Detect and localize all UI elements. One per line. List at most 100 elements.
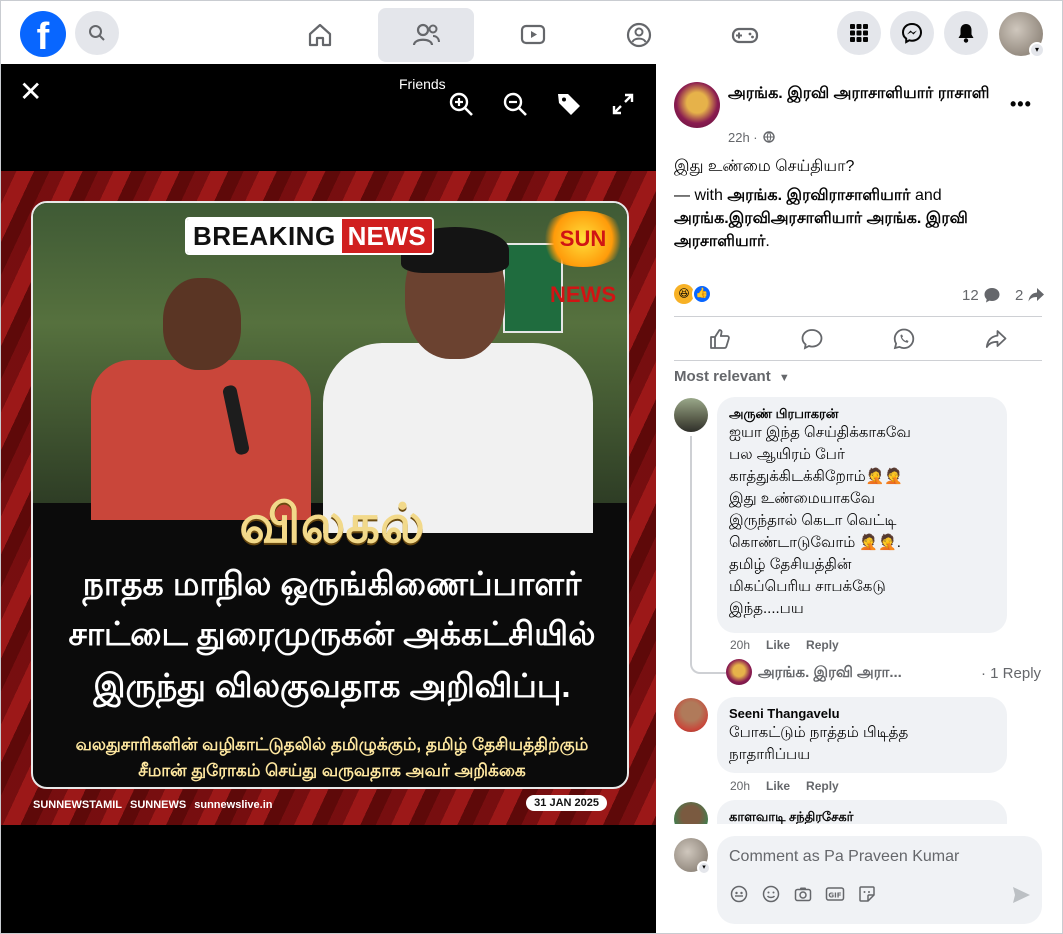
fullscreen-button[interactable] [609, 90, 637, 118]
comment-bubble: Seeni Thangavelu போகட்டும் நாத்தம் பிடித… [717, 697, 1007, 773]
svg-text:GIF: GIF [828, 892, 841, 900]
comment-bubble: அருண் பிரபாகரன் ஐயா இந்த செய்திக்காகவே ப… [717, 397, 1007, 633]
comment-like-link[interactable]: Like [766, 638, 790, 652]
search-button[interactable] [75, 11, 119, 55]
portrait-figure [323, 227, 593, 533]
like-reaction-icon[interactable]: 👍 [692, 284, 712, 304]
zoom-out-icon [503, 92, 527, 116]
photo-viewer: ✕ Friends BREAKING NEWS SUN NEWS விலகல் … [1, 64, 656, 933]
comment-time[interactable]: 20h [730, 779, 750, 793]
comment-meta: 20h Like Reply [730, 638, 839, 652]
shares-count[interactable]: 2 [1015, 286, 1045, 304]
composer-tools: GIF [729, 884, 877, 904]
photo-subline-1: வலதுசாரிகளின் வழிகாட்டுதலில் தமிழுக்கும்… [75, 735, 589, 754]
comment-like-link[interactable]: Like [766, 779, 790, 793]
friends-icon [412, 23, 440, 46]
gif-icon: GIF [825, 887, 845, 901]
post-text: இது உண்மை செய்தியா? [674, 158, 855, 175]
nav-gaming[interactable] [697, 8, 793, 62]
commenter-avatar[interactable] [674, 698, 708, 732]
reply-connector [690, 660, 726, 674]
nav-groups[interactable] [591, 8, 687, 62]
comment-reply-link[interactable]: Reply [806, 779, 839, 793]
comment-reply-link[interactable]: Reply [806, 638, 839, 652]
nav-home[interactable] [272, 8, 368, 62]
comment-bubble-icon [984, 288, 1000, 303]
comment-placeholder: Comment as Pa Praveen Kumar [729, 848, 960, 865]
sun-news-logo: SUN NEWS [538, 211, 627, 307]
post-timestamp[interactable]: 22h · [728, 130, 775, 145]
share-button[interactable] [981, 324, 1011, 354]
send-icon [1013, 887, 1030, 903]
comment-author[interactable]: Seeni Thangavelu [729, 705, 995, 722]
commenter-avatar[interactable] [674, 802, 708, 824]
commenter-avatar[interactable] [674, 398, 708, 432]
tagged-user-2[interactable]: அரங்க.இரவிஅரசாளியார் அரங்க. இரவி அரசாளிய… [674, 210, 968, 250]
gif-button[interactable]: GIF [825, 884, 845, 904]
nav-video[interactable] [485, 8, 581, 62]
comment-input[interactable]: Comment as Pa Praveen Kumar GIF [717, 836, 1042, 924]
comment-author[interactable]: காளவாடி சந்திரசேகர் [729, 808, 995, 824]
photo-headline-3: இருந்து விலகுவதாக அறிவிப்பு. [93, 667, 571, 704]
photo-button[interactable] [793, 884, 813, 904]
comment-button[interactable] [797, 324, 827, 354]
tooltip-friends: Friends [399, 76, 446, 92]
zoom-in-icon [449, 92, 473, 116]
post-photo: BREAKING NEWS SUN NEWS விலகல் நாதக மாநில… [1, 171, 656, 825]
composer-avatar[interactable]: ▾ [674, 838, 711, 875]
account-avatar[interactable]: ▾ [999, 12, 1045, 58]
breaking-news-banner: BREAKING NEWS [185, 217, 434, 255]
post-author-avatar[interactable] [674, 82, 720, 128]
video-icon [520, 24, 546, 45]
messenger-button[interactable] [890, 11, 934, 55]
tag-icon [558, 94, 580, 115]
post-author-name[interactable]: அரங்க. இரவி அராசாளியார் ராசாளி [728, 84, 1018, 104]
post-time: 22h · [728, 130, 758, 145]
view-replies-link[interactable]: · 1 Reply [981, 665, 1041, 682]
nav-friends[interactable] [378, 8, 474, 62]
facebook-logo[interactable]: f [20, 11, 66, 58]
menu-grid-icon [850, 24, 868, 42]
share-arrow-icon [1028, 288, 1045, 302]
post-tags: — with அரங்க. இரவிராசாளியார் and அரங்க.இ… [674, 187, 968, 250]
chevron-down-icon: ▾ [1029, 42, 1045, 58]
divider-bottom [674, 360, 1042, 361]
reply-author[interactable]: அரங்க. இரவி அரா... [758, 664, 902, 683]
footer-handle-2: SUNNEWS [130, 799, 187, 811]
zoom-out-button[interactable] [501, 90, 529, 118]
reply-avatar[interactable] [726, 659, 752, 685]
chevron-down-icon: ▾ [697, 861, 711, 875]
tag-button[interactable] [555, 90, 583, 118]
emoji-button[interactable] [761, 884, 781, 904]
chevron-down-icon: ▼ [778, 372, 790, 384]
menu-button[interactable] [837, 11, 881, 55]
whatsapp-icon [893, 328, 915, 350]
comment-text: போகட்டும் நாத்தம் பிடித்த நாதாரிப்பய [729, 724, 909, 763]
zoom-in-button[interactable] [447, 90, 475, 118]
comment-sort-dropdown[interactable]: Most relevant ▼ [674, 368, 790, 385]
more-options-icon[interactable]: ••• [1010, 94, 1032, 115]
groups-icon [626, 22, 652, 48]
reply-thread-line [690, 436, 692, 662]
close-icon[interactable]: ✕ [19, 78, 49, 108]
comment-icon [801, 329, 823, 350]
haha-reaction-icon[interactable]: 😆 [674, 284, 694, 304]
send-button[interactable] [1010, 884, 1032, 906]
search-icon [89, 25, 105, 41]
fullscreen-icon [612, 93, 634, 115]
top-navigation-bar: f ▾ [1, 1, 1062, 64]
comments-count[interactable]: 12 [962, 286, 1001, 304]
tagged-user-1[interactable]: அரங்க. இரவிராசாளியார் [727, 187, 910, 204]
post-details-panel: அரங்க. இரவி அராசாளியார் ராசாளி ••• 22h ·… [656, 64, 1062, 933]
like-button[interactable] [705, 324, 735, 354]
avatar-sticker-button[interactable] [729, 884, 749, 904]
comment-time[interactable]: 20h [730, 638, 750, 652]
emoji-icon [762, 885, 780, 903]
whatsapp-send-button[interactable] [889, 324, 919, 354]
comment-clipped: காளவாடி சந்திரசேகர் [656, 798, 1062, 824]
notifications-button[interactable] [944, 11, 988, 55]
comment-author[interactable]: அருண் பிரபாகரன் [729, 405, 995, 422]
home-icon [308, 23, 332, 47]
sticker-button[interactable] [857, 884, 877, 904]
globe-icon [763, 131, 775, 143]
